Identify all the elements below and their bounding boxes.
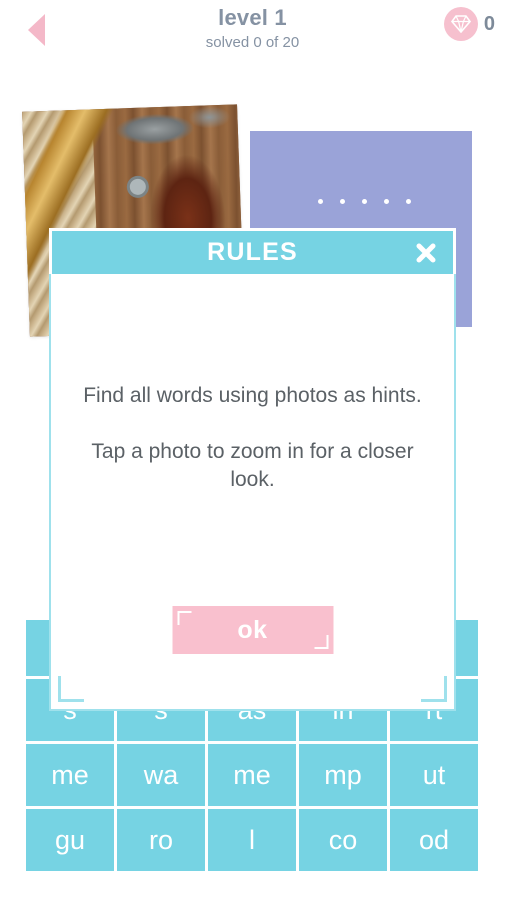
letter-tile[interactable]: wa: [117, 744, 205, 806]
answer-dot: [384, 199, 389, 204]
ok-corner-bracket-br: [314, 635, 328, 649]
ok-button[interactable]: ok: [172, 606, 333, 654]
dialog-corner-bracket-bl: [58, 676, 84, 702]
rules-dialog-header: RULES: [49, 228, 456, 274]
rules-dialog-title: RULES: [207, 238, 298, 266]
rules-text-block: Find all words using photos as hints. Ta…: [51, 382, 454, 494]
answer-slot-row-1: [318, 199, 411, 204]
gem-counter[interactable]: 0: [443, 7, 495, 41]
ok-button-label: ok: [237, 615, 268, 644]
rules-dialog-body: Find all words using photos as hints. Ta…: [49, 274, 456, 711]
game-screen: level 1 solved 0 of 20 0 me wa me mp ut …: [0, 0, 505, 899]
rules-paragraph-2: Tap a photo to zoom in for a closer look…: [91, 440, 414, 491]
letter-tile[interactable]: l: [208, 809, 296, 871]
tile-row-2: me wa me mp ut: [26, 744, 478, 806]
rules-paragraph-1: Find all words using photos as hints.: [83, 384, 422, 407]
letter-tile[interactable]: me: [208, 744, 296, 806]
answer-dot: [340, 199, 345, 204]
letter-tile[interactable]: ro: [117, 809, 205, 871]
gem-count-value: 0: [483, 12, 495, 35]
back-triangle-icon: [27, 14, 45, 46]
answer-dot: [362, 199, 367, 204]
solved-progress-text: solved 0 of 20: [205, 34, 300, 51]
rules-dialog: RULES Find all words using photos as hin…: [49, 228, 456, 711]
letter-tile[interactable]: mp: [299, 744, 387, 806]
ok-corner-bracket-tl: [177, 611, 191, 625]
close-x-icon[interactable]: [411, 238, 441, 268]
diamond-icon: [443, 7, 478, 41]
letter-tile[interactable]: ut: [390, 744, 478, 806]
answer-dot: [318, 199, 323, 204]
answer-dot: [406, 199, 411, 204]
tile-row-3: gu ro l co od: [26, 809, 478, 871]
letter-tile[interactable]: co: [299, 809, 387, 871]
top-bar: level 1 solved 0 of 20 0: [0, 0, 505, 62]
dialog-corner-bracket-br: [421, 676, 447, 702]
letter-tile[interactable]: gu: [26, 809, 114, 871]
letter-tile[interactable]: me: [26, 744, 114, 806]
back-button[interactable]: [16, 10, 56, 50]
page-title: level 1: [218, 5, 287, 30]
header-title-block: level 1 solved 0 of 20: [0, 4, 505, 53]
letter-tile[interactable]: od: [390, 809, 478, 871]
